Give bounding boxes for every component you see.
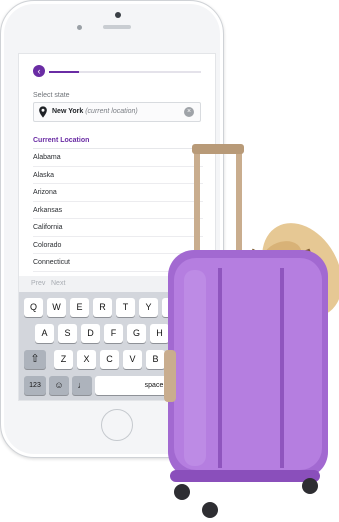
suitcase-image bbox=[164, 144, 339, 518]
key-f[interactable]: F bbox=[104, 324, 123, 343]
select-state-label: Select state bbox=[33, 92, 70, 99]
key-d[interactable]: D bbox=[81, 324, 100, 343]
next-button[interactable]: Next bbox=[51, 280, 65, 287]
key-a[interactable]: A bbox=[35, 324, 54, 343]
current-location-note: (current location) bbox=[85, 108, 138, 115]
current-location-heading: Current Location bbox=[33, 137, 90, 144]
key-v[interactable]: V bbox=[123, 350, 142, 369]
field-value: New York (current location) bbox=[52, 108, 138, 115]
shift-icon[interactable]: ⇧ bbox=[24, 350, 46, 369]
key-s[interactable]: S bbox=[58, 324, 77, 343]
key-x[interactable]: X bbox=[77, 350, 96, 369]
proximity-sensor bbox=[77, 25, 82, 30]
key-q[interactable]: Q bbox=[24, 298, 43, 317]
key-c[interactable]: C bbox=[100, 350, 119, 369]
earpiece-speaker bbox=[103, 25, 131, 29]
back-arrow-icon[interactable]: ‹ bbox=[33, 65, 45, 77]
numbers-key[interactable]: 123 bbox=[24, 376, 46, 395]
state-select-field[interactable]: New York (current location) × bbox=[33, 102, 201, 122]
progress-row: ‹ bbox=[33, 65, 203, 77]
key-t[interactable]: T bbox=[116, 298, 135, 317]
key-r[interactable]: R bbox=[93, 298, 112, 317]
emoji-icon[interactable]: ☺ bbox=[49, 376, 69, 395]
home-button[interactable] bbox=[101, 409, 133, 441]
clear-icon[interactable]: × bbox=[184, 107, 194, 117]
prev-button[interactable]: Prev bbox=[31, 280, 45, 287]
key-g[interactable]: G bbox=[127, 324, 146, 343]
progress-fill bbox=[49, 71, 80, 73]
key-e[interactable]: E bbox=[70, 298, 89, 317]
key-z[interactable]: Z bbox=[54, 350, 73, 369]
microphone-icon[interactable]: ♩ bbox=[72, 376, 92, 395]
progress-track bbox=[49, 71, 201, 73]
key-w[interactable]: W bbox=[47, 298, 66, 317]
front-camera bbox=[115, 12, 121, 18]
selected-state: New York bbox=[52, 108, 84, 115]
location-pin-icon bbox=[39, 106, 47, 118]
key-y[interactable]: Y bbox=[139, 298, 158, 317]
